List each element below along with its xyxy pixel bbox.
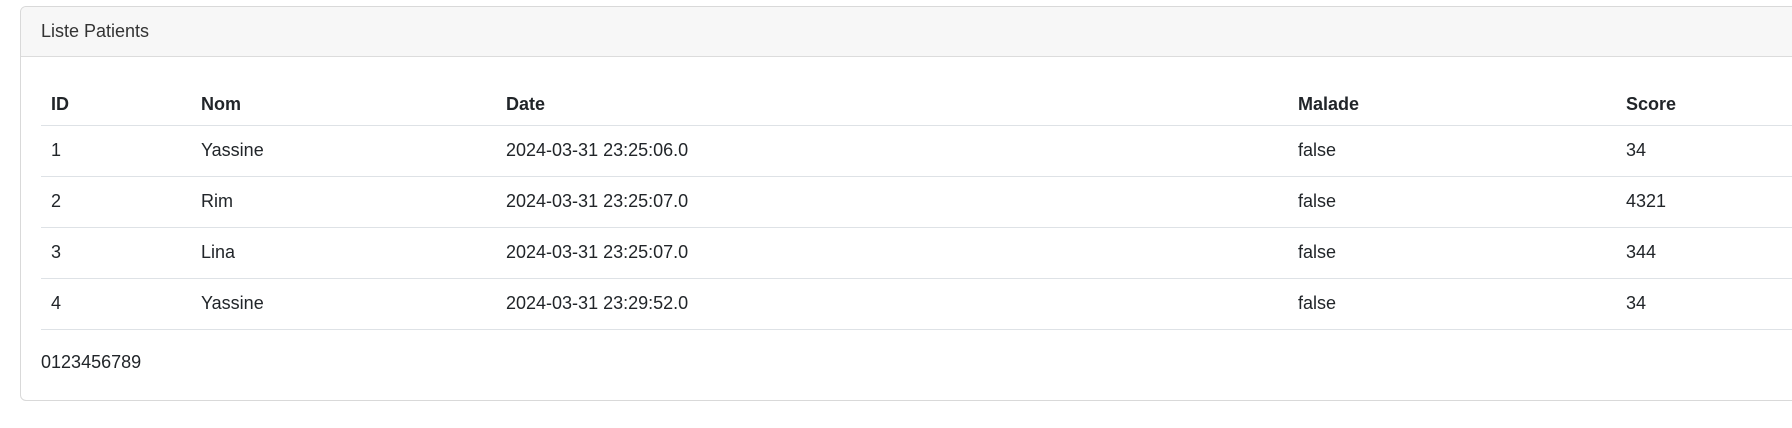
table-row: 3 Lina 2024-03-31 23:25:07.0 false 344 [41, 227, 1792, 279]
cell-nom: Yassine [191, 278, 496, 330]
table-row: 2 Rim 2024-03-31 23:25:07.0 false 4321 [41, 176, 1792, 228]
cell-nom: Rim [191, 176, 496, 228]
cell-nom: Yassine [191, 125, 496, 177]
table-row: 1 Yassine 2024-03-31 23:25:06.0 false 34 [41, 125, 1792, 177]
column-header-score: Score [1616, 77, 1792, 126]
column-header-date: Date [496, 77, 1288, 126]
patients-card: Liste Patients ID Nom Date Malade Score … [20, 6, 1792, 401]
column-header-malade: Malade [1288, 77, 1616, 126]
page-link-1[interactable]: 1 [51, 352, 61, 373]
card-body: ID Nom Date Malade Score 1 Yassine 2024-… [21, 57, 1792, 373]
cell-id: 1 [41, 125, 191, 177]
cell-nom: Lina [191, 227, 496, 279]
page-link-7[interactable]: 7 [111, 352, 121, 373]
page-link-0[interactable]: 0 [41, 352, 51, 373]
page-link-3[interactable]: 3 [71, 352, 81, 373]
card-title: Liste Patients [41, 21, 150, 41]
page-link-4[interactable]: 4 [81, 352, 91, 373]
cell-malade: false [1288, 125, 1616, 177]
table-row: 4 Yassine 2024-03-31 23:29:52.0 false 34 [41, 278, 1792, 330]
cell-score: 344 [1616, 227, 1792, 279]
cell-id: 3 [41, 227, 191, 279]
column-header-nom: Nom [191, 77, 496, 126]
patients-table: ID Nom Date Malade Score 1 Yassine 2024-… [41, 77, 1792, 330]
column-header-id: ID [41, 77, 191, 126]
page-link-8[interactable]: 8 [121, 352, 131, 373]
pagination: 0 1 2 3 4 5 6 7 8 9 [41, 352, 1792, 373]
cell-date: 2024-03-31 23:25:07.0 [496, 176, 1288, 228]
page-link-5[interactable]: 5 [91, 352, 101, 373]
cell-id: 2 [41, 176, 191, 228]
cell-score: 34 [1616, 125, 1792, 177]
cell-score: 34 [1616, 278, 1792, 330]
cell-malade: false [1288, 278, 1616, 330]
page-link-6[interactable]: 6 [101, 352, 111, 373]
cell-malade: false [1288, 227, 1616, 279]
cell-id: 4 [41, 278, 191, 330]
cell-score: 4321 [1616, 176, 1792, 228]
table-header-row: ID Nom Date Malade Score [41, 77, 1792, 126]
cell-malade: false [1288, 176, 1616, 228]
card-header: Liste Patients [21, 7, 1792, 57]
cell-date: 2024-03-31 23:29:52.0 [496, 278, 1288, 330]
page-link-9[interactable]: 9 [131, 352, 141, 373]
cell-date: 2024-03-31 23:25:06.0 [496, 125, 1288, 177]
cell-date: 2024-03-31 23:25:07.0 [496, 227, 1288, 279]
page-link-2[interactable]: 2 [61, 352, 71, 373]
